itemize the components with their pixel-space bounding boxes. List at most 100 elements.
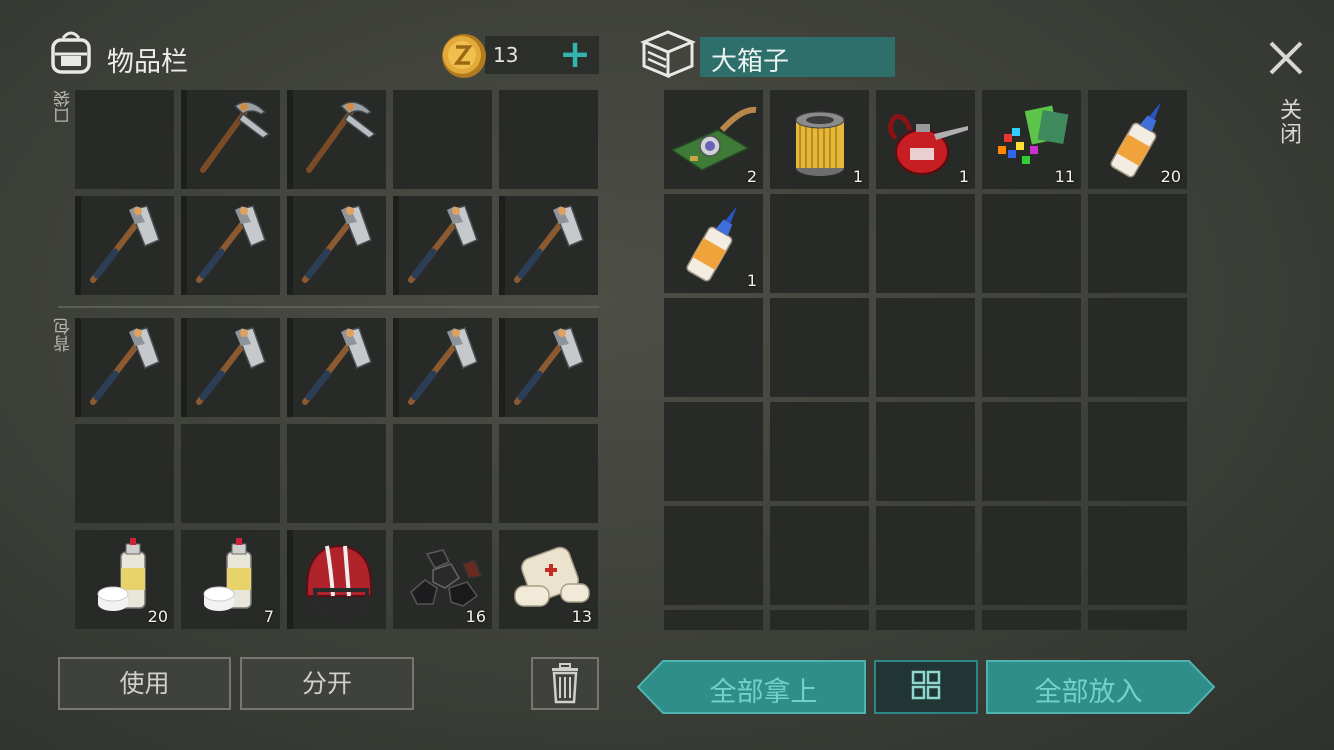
backpack-slot[interactable]: 16 bbox=[393, 530, 492, 629]
add-coins-button[interactable]: + bbox=[555, 35, 595, 74]
put-all-button[interactable]: 全部放入 bbox=[986, 660, 1215, 714]
hatchet-icon bbox=[408, 327, 478, 405]
container-slot[interactable] bbox=[982, 402, 1081, 501]
backpack-slot[interactable] bbox=[393, 424, 492, 523]
hatchet-icon bbox=[514, 205, 584, 283]
container-title: 大箱子 bbox=[700, 37, 895, 77]
backpack-slot[interactable] bbox=[287, 424, 386, 523]
hatchet-icon bbox=[408, 205, 478, 283]
container-slot[interactable] bbox=[1088, 194, 1187, 293]
grid-icon bbox=[911, 670, 941, 700]
pocket-label: 口袋 bbox=[54, 90, 74, 124]
pocket-slot[interactable] bbox=[287, 196, 386, 295]
backpack-slot[interactable] bbox=[181, 318, 280, 417]
box-icon bbox=[640, 28, 696, 79]
put-all-label: 全部放入 bbox=[1034, 677, 1143, 708]
pocket-slot[interactable] bbox=[181, 90, 280, 190]
backpack-slot[interactable] bbox=[499, 318, 598, 417]
item-count: 20 bbox=[1160, 167, 1181, 186]
backpack-slot[interactable] bbox=[181, 424, 280, 523]
container-slot[interactable] bbox=[770, 610, 869, 630]
coin-icon bbox=[440, 32, 488, 80]
container-slot[interactable]: 2 bbox=[664, 90, 763, 189]
backpack-slot[interactable] bbox=[75, 318, 174, 417]
pocket-slot[interactable] bbox=[499, 90, 598, 189]
item-count: 13 bbox=[571, 607, 592, 626]
trash-button[interactable] bbox=[531, 657, 599, 710]
backpack-slot[interactable] bbox=[287, 318, 386, 417]
container-slot[interactable] bbox=[876, 506, 975, 605]
use-button[interactable]: 使用 bbox=[58, 657, 231, 710]
hatchet-icon bbox=[196, 327, 266, 405]
container-slot[interactable] bbox=[664, 402, 763, 501]
container-slot[interactable]: 1 bbox=[770, 90, 869, 189]
backpack-slot[interactable]: 13 bbox=[499, 530, 598, 629]
container-slot[interactable] bbox=[982, 506, 1081, 605]
item-count: 1 bbox=[852, 167, 863, 186]
sort-grid-button[interactable] bbox=[874, 660, 978, 714]
pickaxe-icon bbox=[200, 101, 271, 173]
backpack-slot[interactable]: 20 bbox=[75, 530, 174, 629]
backpack-label: 背包 bbox=[54, 318, 74, 352]
hatchet-icon bbox=[302, 327, 372, 405]
item-count: 1 bbox=[958, 167, 969, 186]
inventory-title: 物品栏 bbox=[107, 47, 188, 78]
item-count: 1 bbox=[746, 271, 757, 290]
container-slot[interactable] bbox=[1088, 298, 1187, 397]
take-all-button[interactable]: 全部拿上 bbox=[637, 660, 866, 714]
container-slot[interactable] bbox=[982, 194, 1081, 293]
close-icon[interactable] bbox=[1266, 38, 1306, 78]
container-slot[interactable] bbox=[876, 402, 975, 501]
section-divider bbox=[58, 306, 599, 308]
coin-count: 13 bbox=[493, 43, 519, 67]
backpack-slot[interactable] bbox=[499, 424, 598, 523]
backpack-slot[interactable] bbox=[287, 530, 386, 629]
hatchet-icon bbox=[302, 205, 372, 283]
pickaxe-icon bbox=[306, 101, 377, 173]
hatchet-icon bbox=[90, 327, 160, 405]
container-slot[interactable]: 11 bbox=[982, 90, 1081, 189]
pocket-slot[interactable] bbox=[75, 196, 174, 295]
container-slot[interactable]: 1 bbox=[664, 194, 763, 293]
trash-icon bbox=[552, 663, 578, 704]
pocket-slot[interactable] bbox=[181, 196, 280, 295]
container-title-text: 大箱子 bbox=[711, 47, 790, 77]
item-count: 20 bbox=[147, 607, 168, 626]
backpack-slot[interactable] bbox=[75, 424, 174, 523]
container-slot[interactable] bbox=[876, 194, 975, 293]
container-slot[interactable] bbox=[982, 298, 1081, 397]
pocket-slot[interactable] bbox=[393, 196, 492, 295]
close-label[interactable]: 关闭 bbox=[1272, 98, 1304, 146]
item-count: 2 bbox=[746, 167, 757, 186]
pocket-slot[interactable] bbox=[75, 90, 174, 189]
item-count: 16 bbox=[465, 607, 486, 626]
backpack-icon bbox=[46, 26, 96, 76]
container-slot[interactable] bbox=[770, 298, 869, 397]
container-slot[interactable] bbox=[876, 610, 975, 630]
container-slot[interactable] bbox=[876, 298, 975, 397]
item-count: 11 bbox=[1054, 167, 1075, 186]
helmet-icon bbox=[306, 544, 372, 617]
split-button[interactable]: 分开 bbox=[240, 657, 414, 710]
backpack-slot[interactable]: 7 bbox=[181, 530, 280, 629]
container-slot[interactable] bbox=[664, 610, 763, 630]
container-slot[interactable] bbox=[1088, 610, 1187, 630]
container-slot[interactable] bbox=[1088, 506, 1187, 605]
container-slot[interactable] bbox=[770, 506, 869, 605]
hatchet-icon bbox=[196, 205, 266, 283]
item-count: 7 bbox=[263, 607, 274, 626]
pocket-slot[interactable] bbox=[287, 90, 386, 189]
pocket-slot[interactable] bbox=[393, 90, 492, 189]
container-slot[interactable] bbox=[982, 610, 1081, 630]
container-slot[interactable] bbox=[664, 506, 763, 605]
container-slot[interactable]: 1 bbox=[876, 90, 975, 189]
pocket-slot[interactable] bbox=[499, 196, 598, 295]
container-slot[interactable] bbox=[770, 402, 869, 501]
container-slot[interactable] bbox=[1088, 402, 1187, 501]
backpack-slot[interactable] bbox=[393, 318, 492, 417]
hatchet-icon bbox=[514, 327, 584, 405]
container-slot[interactable] bbox=[770, 194, 869, 293]
hatchet-icon bbox=[90, 205, 160, 283]
container-slot[interactable]: 20 bbox=[1088, 90, 1187, 189]
container-slot[interactable] bbox=[664, 298, 763, 397]
